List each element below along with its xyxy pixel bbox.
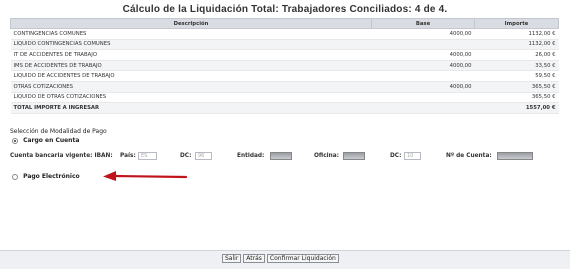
radio-pago-electronico[interactable] bbox=[12, 173, 18, 180]
row-description: CONTINGENCIAS COMUNES bbox=[10, 28, 372, 40]
salir-button[interactable]: Salir bbox=[222, 254, 242, 263]
row-base: 4000,00 bbox=[371, 81, 475, 93]
iban-row: Cuenta bancaria vigente: IBAN: País: ES … bbox=[10, 152, 562, 162]
row-importe: 59,50 € bbox=[474, 70, 559, 82]
iban-label: Cuenta bancaria vigente: IBAN: bbox=[10, 153, 113, 159]
oficina-label: Oficina: bbox=[314, 153, 340, 159]
row-importe: 365,50 € bbox=[474, 92, 559, 104]
confirmar-liquidacion-button[interactable]: Confirmar Liquidación bbox=[266, 254, 339, 263]
row-importe: 33,50 € bbox=[474, 60, 559, 72]
row-description: IMS DE ACCIDENTES DE TRABAJO bbox=[10, 60, 372, 72]
table-row: LIQUIDO DE ACCIDENTES DE TRABAJO 59,50 € bbox=[10, 70, 559, 82]
row-importe: 1132,00 € bbox=[474, 39, 559, 51]
dc2-label: DC: bbox=[390, 153, 402, 159]
table-row: IT DE ACCIDENTES DE TRABAJO 4000,00 26,0… bbox=[10, 49, 559, 61]
payment-mode-label: Selección de Modalidad de Pago bbox=[10, 128, 107, 135]
row-importe: 26,00 € bbox=[474, 49, 559, 61]
row-importe: 365,50 € bbox=[474, 81, 559, 93]
pais-label: País: bbox=[120, 153, 136, 159]
numero-cuenta-input[interactable] bbox=[497, 152, 533, 160]
option-cargo-en-cuenta[interactable]: Cargo en Cuenta bbox=[12, 137, 79, 144]
total-description: TOTAL IMPORTE A INGRESAR bbox=[10, 102, 372, 114]
total-base bbox=[371, 102, 475, 114]
row-base bbox=[371, 70, 475, 82]
numero-cuenta-label: Nº de Cuenta: bbox=[446, 153, 492, 159]
row-base bbox=[371, 92, 475, 104]
table-row: CONTINGENCIAS COMUNES 4000,00 1132,00 € bbox=[10, 28, 559, 40]
table-row: LIQUIDO DE OTRAS COTIZACIONES 365,50 € bbox=[10, 92, 559, 104]
footer-buttons: Salir Atrás Confirmar Liquidación bbox=[222, 254, 339, 263]
page-title: Cálculo de la Liquidación Total: Trabaja… bbox=[122, 4, 448, 15]
row-description: OTRAS COTIZACIONES bbox=[10, 81, 372, 93]
pais-input[interactable]: ES bbox=[138, 152, 157, 160]
column-header-base: Base bbox=[371, 18, 475, 29]
dc-label: DC: bbox=[180, 153, 192, 159]
total-importe: 1557,00 € bbox=[474, 102, 559, 114]
liquidation-table: Descripción Base Importe CONTINGENCIAS C… bbox=[10, 18, 559, 114]
row-importe: 1132,00 € bbox=[474, 28, 559, 40]
row-base: 4000,00 bbox=[371, 60, 475, 72]
oficina-input[interactable] bbox=[343, 152, 365, 160]
row-description: LIQUIDO DE ACCIDENTES DE TRABAJO bbox=[10, 70, 372, 82]
row-base: 4000,00 bbox=[371, 49, 475, 61]
column-header-description: Descripción bbox=[10, 18, 372, 29]
column-header-importe: Importe bbox=[474, 18, 559, 29]
atras-button[interactable]: Atrás bbox=[243, 254, 265, 263]
table-row: IMS DE ACCIDENTES DE TRABAJO 4000,00 33,… bbox=[10, 60, 559, 72]
red-arrow-annotation bbox=[103, 171, 188, 181]
total-row: TOTAL IMPORTE A INGRESAR 1557,00 € bbox=[10, 102, 559, 114]
row-base bbox=[371, 39, 475, 51]
row-description: LIQUIDO DE OTRAS COTIZACIONES bbox=[10, 92, 372, 104]
table-row: LIQUIDO CONTINGENCIAS COMUNES 1132,00 € bbox=[10, 39, 559, 51]
entidad-input[interactable] bbox=[270, 152, 292, 160]
dc-input[interactable]: 96 bbox=[195, 152, 212, 160]
table-row: OTRAS COTIZACIONES 4000,00 365,50 € bbox=[10, 81, 559, 93]
option-cargo-en-cuenta-label: Cargo en Cuenta bbox=[23, 137, 80, 144]
row-description: IT DE ACCIDENTES DE TRABAJO bbox=[10, 49, 372, 61]
option-pago-electronico[interactable]: Pago Electrónico bbox=[12, 173, 80, 180]
radio-cargo-en-cuenta[interactable] bbox=[12, 137, 18, 144]
dc2-input[interactable]: 10 bbox=[404, 152, 421, 160]
row-description: LIQUIDO CONTINGENCIAS COMUNES bbox=[10, 39, 372, 51]
table-header-row: Descripción Base Importe bbox=[10, 18, 559, 29]
row-base: 4000,00 bbox=[371, 28, 475, 40]
entidad-label: Entidad: bbox=[237, 153, 265, 159]
option-pago-electronico-label: Pago Electrónico bbox=[23, 173, 80, 180]
